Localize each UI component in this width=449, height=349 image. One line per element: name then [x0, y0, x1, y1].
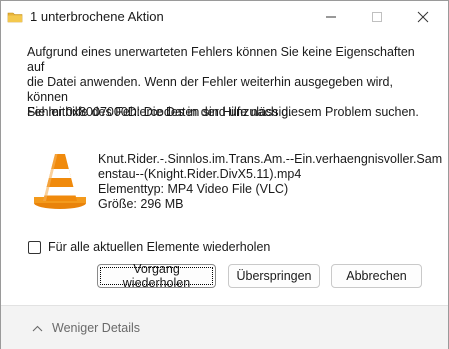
file-operation-icon — [7, 9, 23, 25]
file-type: Elementtyp: MP4 Video File (VLC) — [98, 182, 289, 196]
skip-button[interactable]: Überspringen — [228, 264, 320, 288]
chevron-up-icon — [32, 325, 43, 331]
dialog-window: 1 unterbrochene Aktion Aufgrund eines un… — [0, 0, 449, 349]
message-line: Aufgrund eines unerwarteten Fehlers könn… — [27, 45, 415, 74]
repeat-for-all-checkbox[interactable] — [28, 240, 41, 254]
less-details-label[interactable]: Weniger Details — [52, 321, 140, 335]
repeat-for-all-label[interactable]: Für alle aktuellen Elemente wiederholen — [48, 240, 270, 254]
error-code: Fehler 0x8007000D: Die Daten sind unzulä… — [27, 105, 292, 119]
file-name: Knut.Rider.-.Sinnlos.im.Trans.Am.--Ein.v… — [98, 152, 443, 166]
close-button[interactable] — [400, 1, 446, 33]
minimize-icon — [326, 16, 336, 18]
close-icon — [417, 11, 429, 23]
title-bar[interactable]: 1 unterbrochene Aktion — [1, 1, 448, 33]
file-details: Knut.Rider.-.Sinnlos.im.Trans.Am.--Ein.v… — [98, 152, 443, 212]
cancel-button[interactable]: Abbrechen — [331, 264, 422, 288]
maximize-button — [354, 1, 400, 33]
file-name-continued: enstau--(Knight.Rider.DivX5.11).mp4 — [98, 167, 302, 181]
file-size: Größe: 296 MB — [98, 197, 184, 211]
vlc-cone-icon — [32, 151, 88, 211]
less-details-toggle[interactable]: Weniger Details — [32, 321, 140, 335]
message-line: die Datei anwenden. Wenn der Fehler weit… — [27, 75, 393, 104]
minimize-button[interactable] — [308, 1, 354, 33]
maximize-icon — [372, 12, 382, 22]
dialog-footer: Weniger Details — [1, 305, 448, 349]
retry-button[interactable]: Vorgang wiederholen — [97, 262, 216, 290]
repeat-for-all-checkbox-row[interactable]: Für alle aktuellen Elemente wiederholen — [28, 239, 270, 255]
window-title: 1 unterbrochene Aktion — [30, 9, 164, 24]
